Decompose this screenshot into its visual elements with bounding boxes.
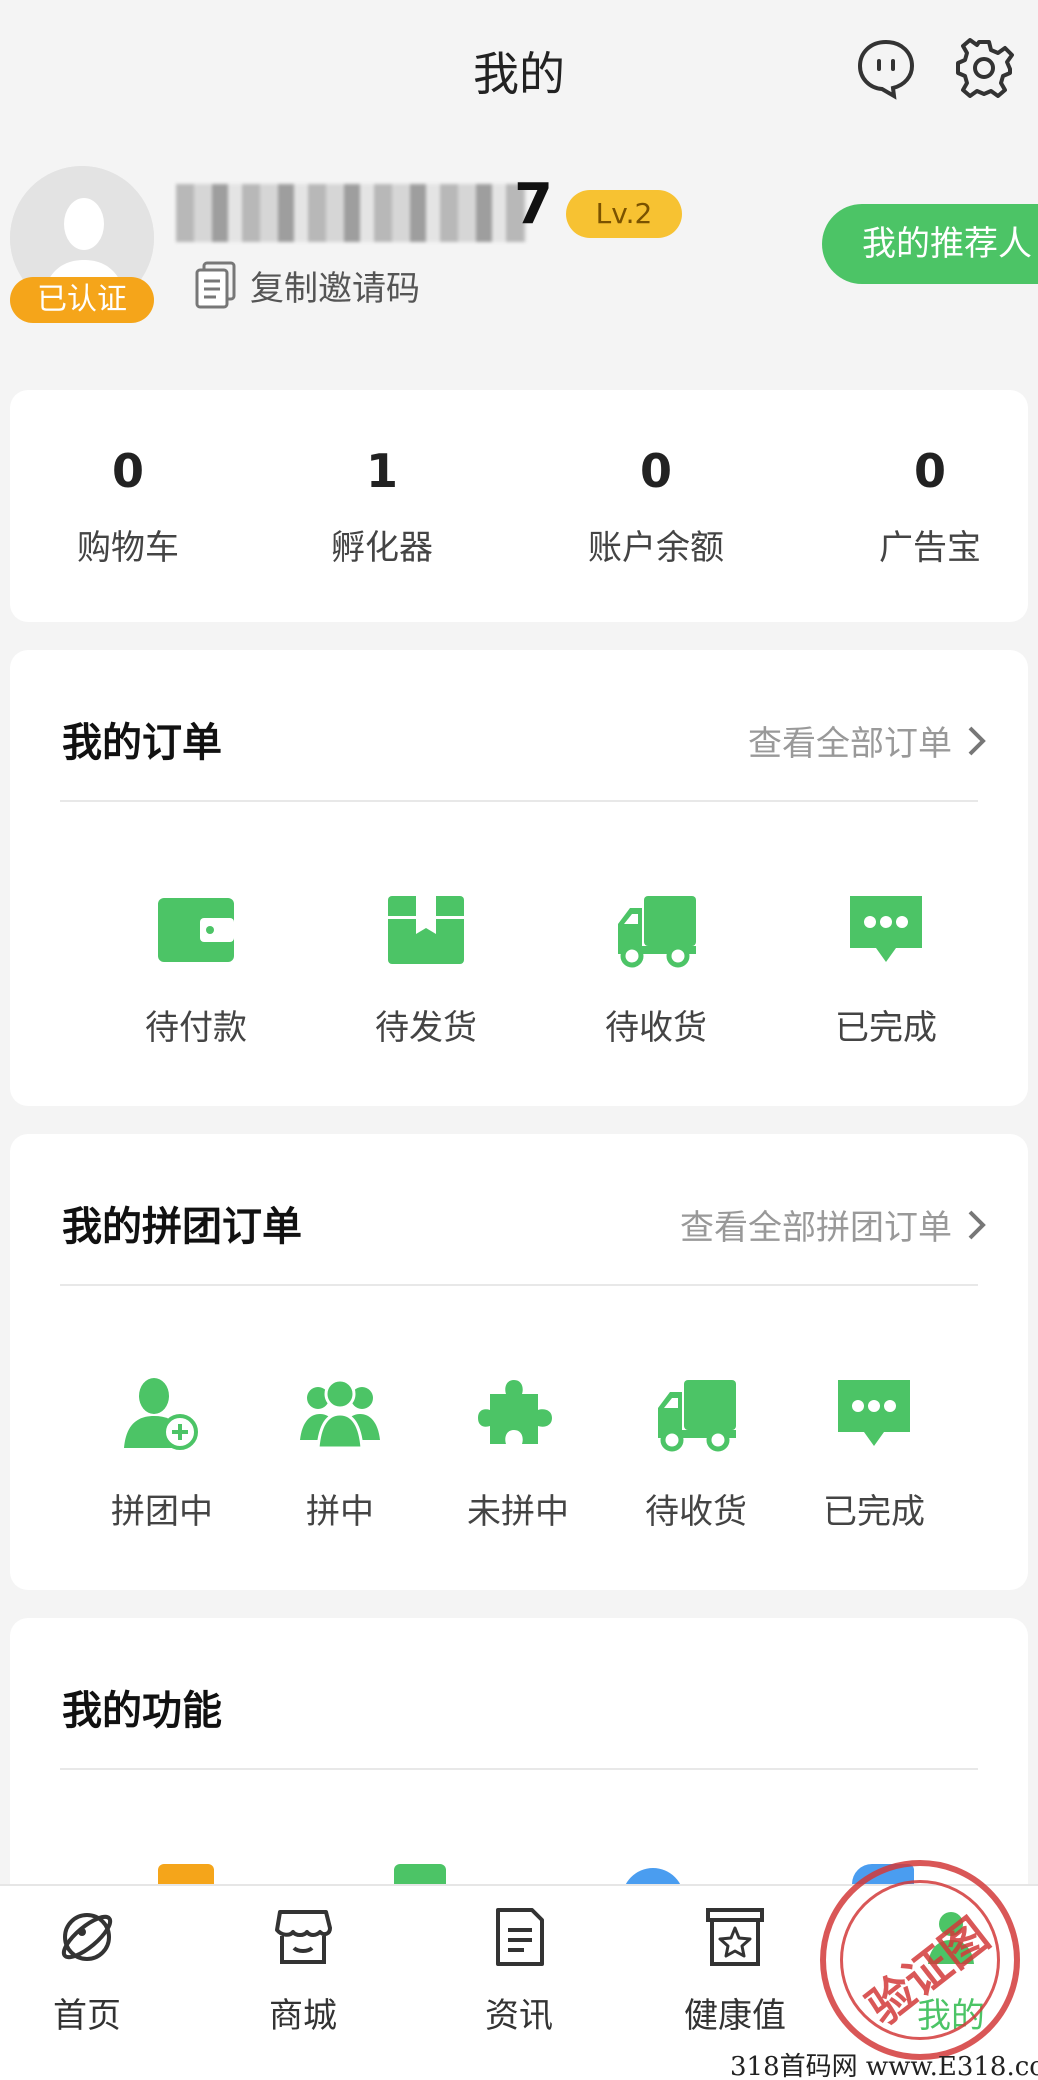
my-referrer-button[interactable]: 我的推荐人 bbox=[822, 204, 1038, 284]
verified-badge: 已认证 bbox=[10, 277, 154, 323]
group-order-status-label: 未拼中 bbox=[467, 1492, 569, 1532]
nav-label: 资讯 bbox=[485, 1996, 553, 2036]
divider bbox=[60, 1768, 978, 1770]
package-icon bbox=[388, 896, 464, 964]
divider bbox=[60, 800, 978, 802]
nav-news[interactable]: 资讯 bbox=[444, 1906, 594, 2037]
order-pending-payment[interactable]: 待付款 bbox=[106, 890, 286, 1049]
stamp-text: 验证图 bbox=[856, 1907, 999, 2036]
wallet-icon bbox=[158, 898, 234, 962]
group-order-pending-receipt[interactable]: 待收货 bbox=[606, 1374, 786, 1533]
group-order-failed[interactable]: 未拼中 bbox=[428, 1374, 608, 1533]
copy-document-icon bbox=[195, 261, 236, 309]
view-all-group-orders-link[interactable]: 查看全部拼团订单 bbox=[680, 1200, 988, 1249]
store-icon bbox=[275, 1910, 332, 1964]
stat-value: 0 bbox=[913, 444, 946, 498]
group-order-status-label: 已完成 bbox=[823, 1492, 925, 1532]
verification-stamp: 验证图 bbox=[820, 1860, 1020, 2060]
order-completed[interactable]: 已完成 bbox=[796, 890, 976, 1049]
nav-mall[interactable]: 商城 bbox=[228, 1906, 378, 2037]
order-status-label: 已完成 bbox=[835, 1008, 937, 1048]
stat-value: 1 bbox=[365, 444, 398, 498]
group-order-succeeded[interactable]: 拼中 bbox=[250, 1374, 430, 1533]
order-pending-receipt[interactable]: 待收货 bbox=[566, 890, 746, 1049]
stat-label: 购物车 bbox=[77, 528, 179, 568]
username-blurred bbox=[176, 184, 526, 242]
top-bar: 我的 bbox=[0, 0, 1038, 140]
group-order-status-label: 待收货 bbox=[645, 1492, 747, 1532]
copy-invite-code-button[interactable]: 复制邀请码 bbox=[194, 260, 420, 310]
nav-label: 商城 bbox=[269, 1996, 337, 2036]
order-status-label: 待收货 bbox=[605, 1008, 707, 1048]
user-add-icon bbox=[124, 1378, 198, 1450]
section-title: 我的订单 bbox=[62, 720, 222, 766]
group-icon bbox=[300, 1378, 380, 1450]
stat-label: 账户余额 bbox=[588, 528, 724, 568]
news-icon bbox=[496, 1908, 544, 1966]
settings-gear-icon[interactable] bbox=[952, 36, 1016, 100]
group-order-status-label: 拼团中 bbox=[111, 1492, 213, 1532]
stats-card: 0 购物车 1 孵化器 0 账户余额 0 广告宝 bbox=[10, 390, 1028, 622]
chevron-right-icon bbox=[968, 1210, 986, 1239]
star-box-icon bbox=[706, 1908, 764, 1966]
section-title: 我的功能 bbox=[62, 1688, 222, 1734]
nav-health[interactable]: 健康值 bbox=[660, 1906, 810, 2037]
stat-value: 0 bbox=[111, 444, 144, 498]
my-orders-card: 我的订单 查看全部订单 待付款 待发货 待收货 已完成 bbox=[10, 650, 1028, 1106]
stat-ad-treasure[interactable]: 0 广告宝 bbox=[830, 444, 1030, 569]
order-pending-shipment[interactable]: 待发货 bbox=[336, 890, 516, 1049]
group-order-completed[interactable]: 已完成 bbox=[784, 1374, 964, 1533]
group-order-in-progress[interactable]: 拼团中 bbox=[72, 1374, 252, 1533]
username: 7 bbox=[514, 172, 553, 237]
stat-cart[interactable]: 0 购物车 bbox=[28, 444, 228, 569]
view-all-label: 查看全部订单 bbox=[748, 724, 952, 764]
level-badge: Lv.2 bbox=[566, 190, 682, 238]
planet-icon bbox=[61, 1913, 113, 1961]
divider bbox=[60, 1284, 978, 1286]
stat-label: 孵化器 bbox=[331, 528, 433, 568]
site-watermark: 318首码网 www.E318.com bbox=[730, 2052, 1038, 2080]
truck-icon bbox=[618, 896, 696, 968]
truck-icon bbox=[658, 1380, 736, 1452]
stat-balance[interactable]: 0 账户余额 bbox=[556, 444, 756, 569]
group-order-status-label: 拼中 bbox=[306, 1492, 374, 1532]
stat-incubator[interactable]: 1 孵化器 bbox=[282, 444, 482, 569]
nav-label: 健康值 bbox=[684, 1996, 786, 2036]
chevron-right-icon bbox=[968, 726, 986, 755]
order-status-label: 待发货 bbox=[375, 1008, 477, 1048]
stat-value: 0 bbox=[639, 444, 672, 498]
profile-section: 已认证 7 Lv.2 复制邀请码 我的推荐人 bbox=[0, 160, 1038, 360]
nav-label: 首页 bbox=[53, 1996, 121, 2036]
view-all-label: 查看全部拼团订单 bbox=[680, 1208, 952, 1248]
chat-bubble-icon bbox=[850, 896, 922, 962]
chat-bubble-icon bbox=[838, 1380, 910, 1446]
puzzle-icon bbox=[478, 1380, 552, 1444]
stat-label: 广告宝 bbox=[879, 528, 981, 568]
section-title: 我的拼团订单 bbox=[62, 1204, 302, 1250]
view-all-orders-link[interactable]: 查看全部订单 bbox=[748, 716, 988, 765]
copy-invite-label: 复制邀请码 bbox=[250, 268, 420, 309]
nav-home[interactable]: 首页 bbox=[12, 1906, 162, 2037]
order-status-label: 待付款 bbox=[145, 1008, 247, 1048]
my-group-orders-card: 我的拼团订单 查看全部拼团订单 拼团中 拼中 未拼中 待收货 已完成 bbox=[10, 1134, 1028, 1590]
message-icon[interactable] bbox=[854, 36, 918, 100]
